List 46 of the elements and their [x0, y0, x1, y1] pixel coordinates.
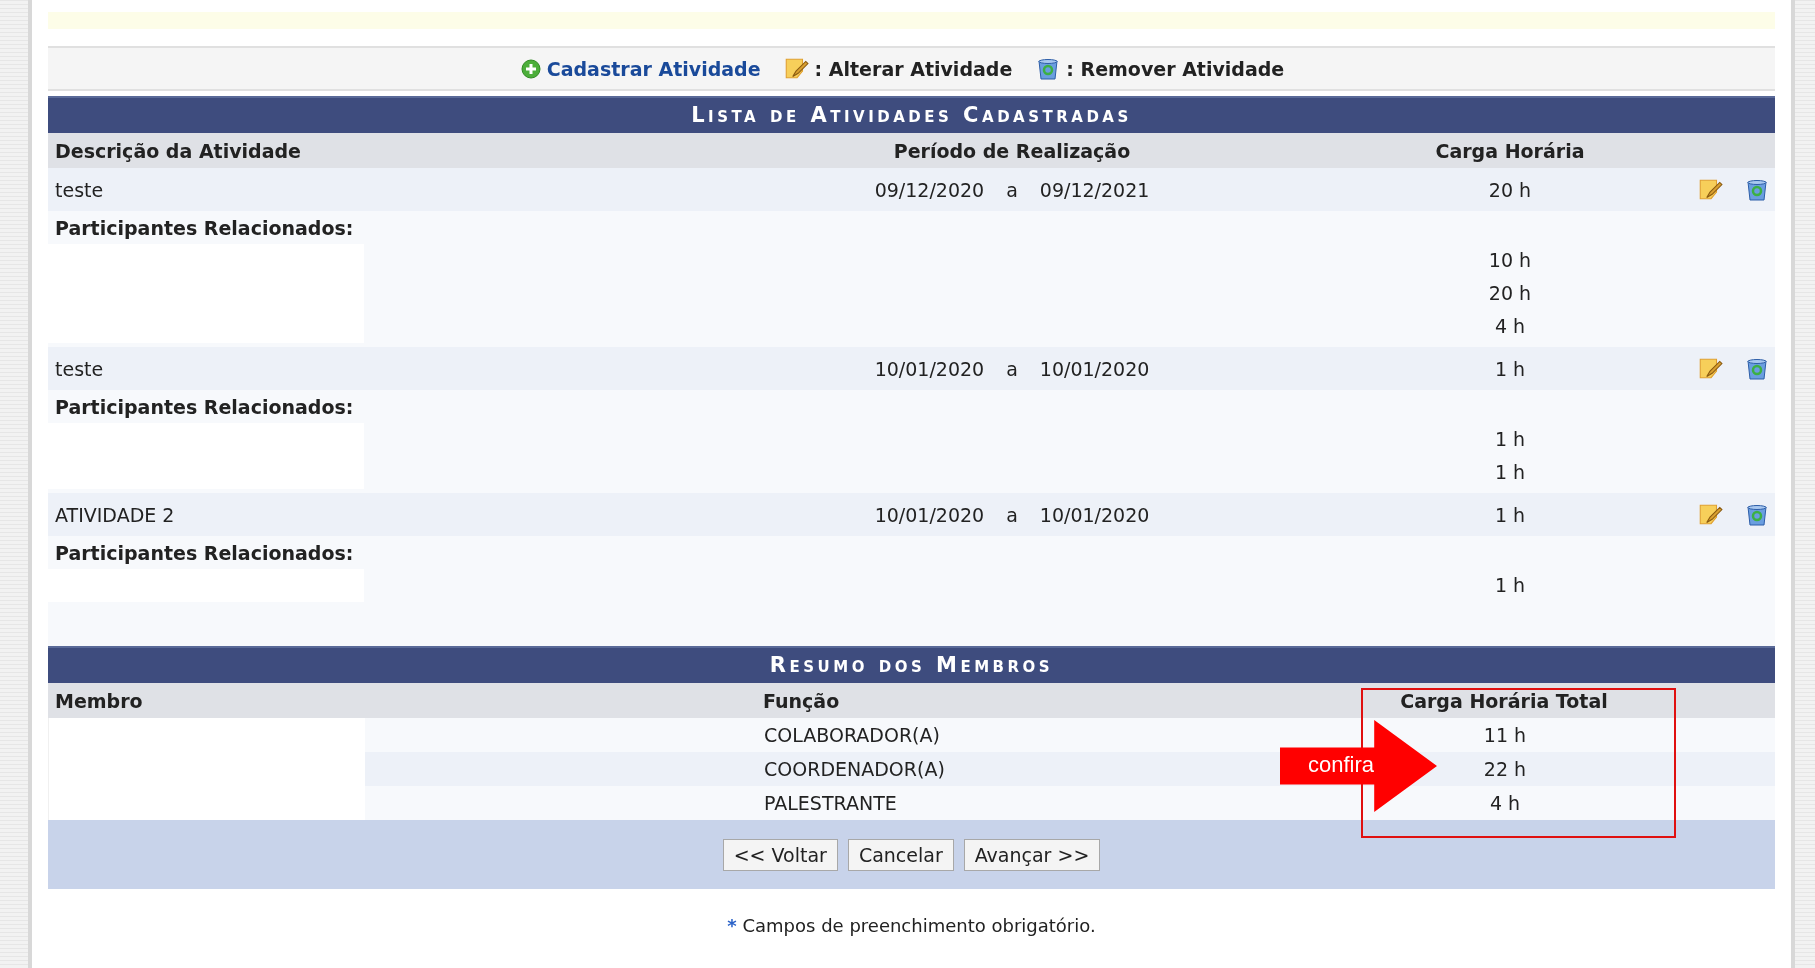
add-icon [520, 58, 541, 79]
column-header: Membro [54, 689, 144, 712]
nav-button[interactable]: Cancelar [847, 838, 954, 871]
column-header: Carga Horária [1434, 139, 1586, 162]
end-date: 10/01/2020 [1039, 357, 1150, 380]
member-workload: 4 h [1488, 792, 1522, 814]
end-date: 10/01/2020 [1039, 503, 1150, 526]
column-header: Função [763, 689, 841, 712]
member-role: PALESTRANTE [764, 792, 897, 814]
footnote: Campos de preenchimento obrigatório. [742, 915, 1096, 936]
date-separator: a [1006, 357, 1018, 380]
member-role: COORDENADOR(A) [764, 758, 945, 780]
participant-workload: 4 h [1493, 314, 1527, 339]
participants-label: Participantes Relacionados: [54, 395, 354, 418]
activity-description: teste [54, 178, 105, 201]
member-role: COLABORADOR(A) [764, 724, 940, 746]
start-date: 10/01/2020 [874, 357, 985, 380]
participant-workload: 1 h [1493, 427, 1527, 452]
date-separator: a [1006, 503, 1018, 526]
activity-description: ATIVIDADE 2 [54, 503, 176, 526]
remove-legend: : Remover Atividade [1066, 57, 1285, 80]
date-separator: a [1006, 178, 1018, 201]
required-mark: * [727, 915, 737, 936]
workload: 1 h [1493, 503, 1527, 526]
member-workload: 11 h [1482, 724, 1528, 746]
nav-button[interactable]: << Voltar [722, 838, 838, 871]
participant-workload: 20 h [1487, 281, 1533, 306]
end-date: 09/12/2021 [1039, 178, 1150, 201]
table-caption: Resumo dos Membros [48, 646, 1775, 683]
participant-workload: 1 h [1493, 573, 1527, 598]
participants-label: Participantes Relacionados: [54, 216, 354, 239]
start-date: 09/12/2020 [874, 178, 985, 201]
start-date: 10/01/2020 [874, 503, 985, 526]
participant-workload: 10 h [1487, 248, 1533, 273]
workload: 1 h [1493, 357, 1527, 380]
column-header: Carga Horária Total [1399, 689, 1609, 712]
activity-description: teste [54, 357, 105, 380]
add-activity-link[interactable]: Cadastrar Atividade [546, 57, 761, 80]
table-caption: Lista de Atividades Cadastradas [48, 96, 1775, 133]
column-header: Período de Realização [892, 139, 1132, 162]
participant-workload: 1 h [1493, 460, 1527, 485]
participants-label: Participantes Relacionados: [54, 541, 354, 564]
column-header: Descrição da Atividade [54, 139, 302, 162]
nav-button[interactable]: Avançar >> [963, 838, 1101, 871]
workload: 20 h [1487, 178, 1533, 201]
edit-legend: : Alterar Atividade [814, 57, 1013, 80]
